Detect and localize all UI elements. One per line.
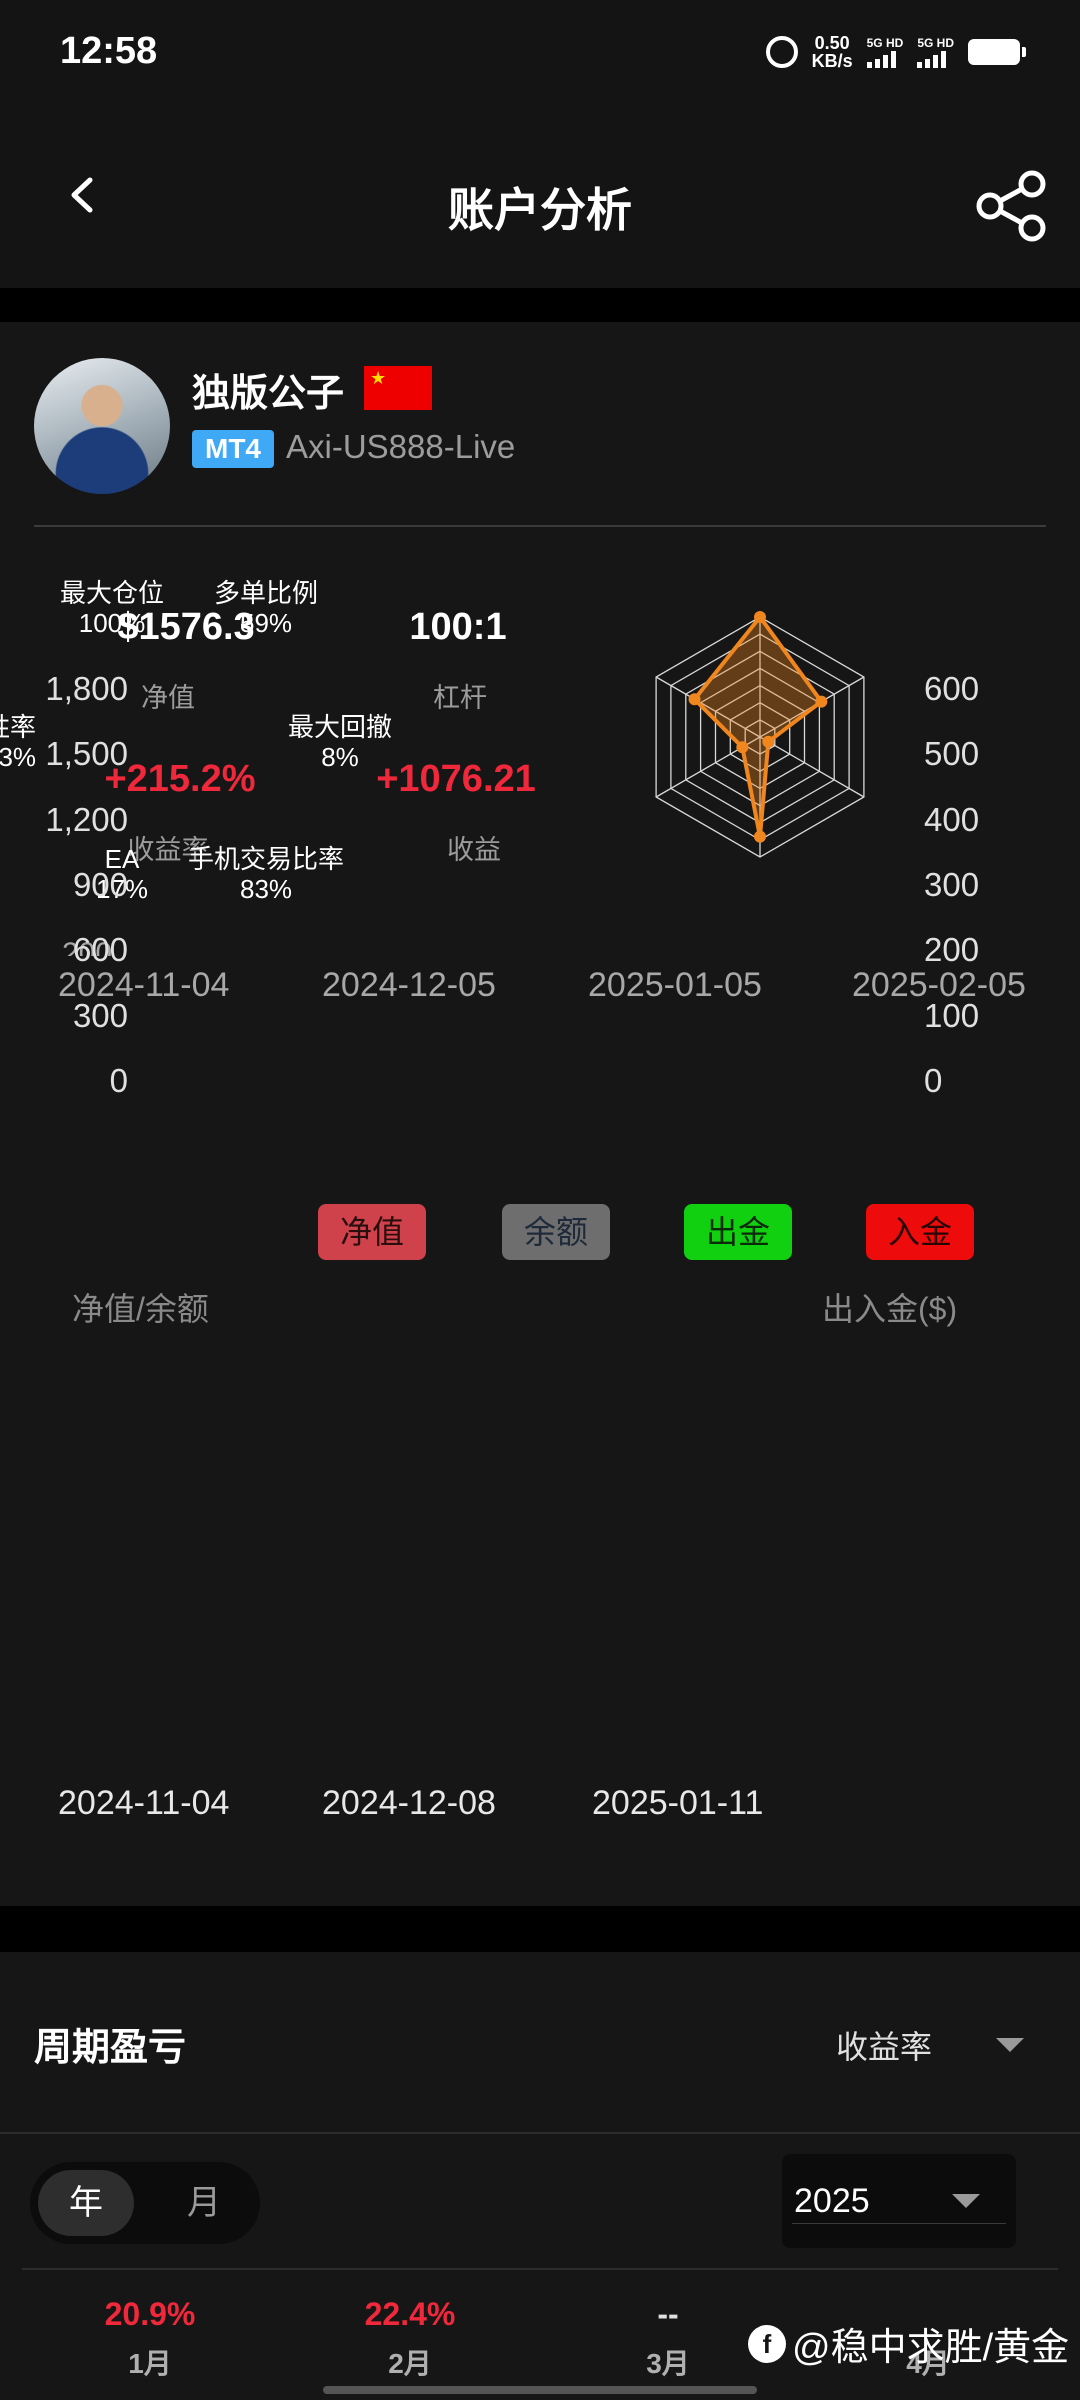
signal-sim1-icon: 5G HD	[866, 36, 904, 68]
month-return: --	[657, 2296, 679, 2332]
alarm-icon	[765, 36, 798, 68]
chevron-down-icon	[952, 2194, 980, 2208]
y2-tick: 100	[924, 996, 980, 1034]
year-dropdown[interactable]: 2025	[782, 2154, 1016, 2248]
y-tick: 1,200	[45, 800, 128, 838]
radar-chart	[655, 611, 865, 858]
radar-point	[688, 693, 701, 706]
period-toggle: 年 月	[30, 2162, 260, 2244]
radar-point	[815, 695, 828, 708]
radar-point	[762, 735, 775, 748]
avatar[interactable]	[34, 358, 170, 494]
radar-point	[736, 741, 749, 754]
sim2-label: 5G HD	[917, 36, 954, 50]
user-name: 独版公子	[192, 373, 345, 415]
y-tick: 1,800	[45, 670, 128, 707]
y2-tick: 0	[924, 1062, 943, 1099]
f-logo-icon: f	[748, 2324, 786, 2363]
home-indicator[interactable]	[323, 2386, 757, 2394]
month-label: 3月	[646, 2348, 690, 2379]
radar-value-polygon	[691, 613, 825, 837]
tab-year[interactable]: 年	[38, 2170, 134, 2236]
account-panel: 独版公子 ★ MT4 Axi-US888-Live $1576.3 净值 100…	[0, 322, 1080, 1907]
radar-label-long-ratio: 多单比例 59%	[214, 578, 319, 638]
divider	[34, 525, 1046, 527]
y-tick: 0	[109, 1062, 128, 1099]
netspeed-value: 0.50	[814, 33, 850, 53]
status-icons: 0.50 KB/s 5G HD 5G HD	[765, 34, 1026, 70]
profit-label: 收益	[447, 835, 501, 865]
section-title: 周期盈亏	[34, 2027, 187, 2069]
sim1-label: 5G HD	[866, 36, 904, 50]
y2-tick: 200	[924, 931, 980, 969]
y-tick: 300	[72, 996, 128, 1034]
equity-chart[interactable]	[0, 1322, 1080, 1792]
y2-tick: 300	[924, 866, 980, 903]
radar-point	[754, 611, 766, 623]
x-tick: 2025-01-11	[592, 1784, 764, 1822]
watermark: f @稳中求胜/黄金	[748, 2316, 1069, 2371]
y-tick: 1,500	[45, 735, 128, 773]
ghost-date: 2025-01-05	[588, 966, 762, 1004]
signal-sim2-icon: 5G HD	[917, 36, 954, 68]
y-tick: 600	[72, 931, 128, 969]
leverage-label: 杠杆	[433, 683, 487, 713]
battery-icon	[968, 39, 1026, 65]
month-label: 1月	[128, 2348, 172, 2379]
chevron-down-icon[interactable]	[996, 2038, 1024, 2052]
china-flag-icon: ★	[364, 366, 432, 410]
section-gap	[0, 288, 1080, 322]
y2-tick: 400	[924, 800, 980, 838]
y2-tick: 500	[924, 735, 980, 773]
radar-spoke	[759, 736, 865, 798]
legend-deposit-button[interactable]: 入金	[866, 1204, 974, 1260]
page-title: 账户分析	[448, 184, 632, 236]
platform-badge: MT4	[192, 430, 274, 468]
section-gap	[0, 1906, 1080, 1952]
month-label: 2月	[388, 2348, 432, 2379]
tab-month[interactable]: 月	[156, 2170, 252, 2236]
month-return: 20.9%	[104, 2296, 196, 2332]
legend-withdraw-button[interactable]: 出金	[684, 1204, 792, 1260]
ghost-date: 2024-12-05	[322, 966, 496, 1004]
radar-point	[754, 830, 766, 843]
radar-label-win-rate: 胜率63%	[0, 712, 37, 772]
account-server: Axi-US888-Live	[286, 428, 516, 465]
month-return: 22.4%	[364, 2296, 456, 2332]
legend-balance-button[interactable]: 余额	[502, 1204, 610, 1260]
share-icon[interactable]	[972, 166, 1052, 246]
x-tick: 2024-11-04	[58, 1784, 230, 1822]
app-header: 账户分析	[0, 110, 1080, 288]
divider	[0, 2132, 1080, 2134]
netspeed-unit: KB/s	[811, 51, 853, 71]
y2-tick: 600	[924, 670, 980, 707]
leverage-value: 100:1	[409, 606, 507, 648]
watermark-text: @稳中求胜/黄金	[792, 2327, 1070, 2369]
metric-dropdown[interactable]: 收益率	[836, 2022, 932, 2068]
legend-equity-button[interactable]: 净值	[318, 1204, 426, 1260]
y-tick: 900	[72, 866, 128, 903]
status-time: 12:58	[60, 30, 158, 72]
radar-label-max-position: 最大仓位 100%	[60, 578, 165, 638]
radar-label-mobile-trade-ratio: 手机交易比率 83%	[188, 844, 345, 904]
radar-label-max-drawdown: 最大回撤 8%	[288, 712, 393, 772]
x-tick: 2024-12-08	[322, 1784, 496, 1822]
year-value: 2025	[794, 2182, 870, 2220]
status-bar: 12:58 0.50 KB/s 5G HD 5G HD	[0, 0, 1080, 110]
divider	[22, 2268, 1058, 2270]
network-speed: 0.50 KB/s	[812, 34, 853, 70]
